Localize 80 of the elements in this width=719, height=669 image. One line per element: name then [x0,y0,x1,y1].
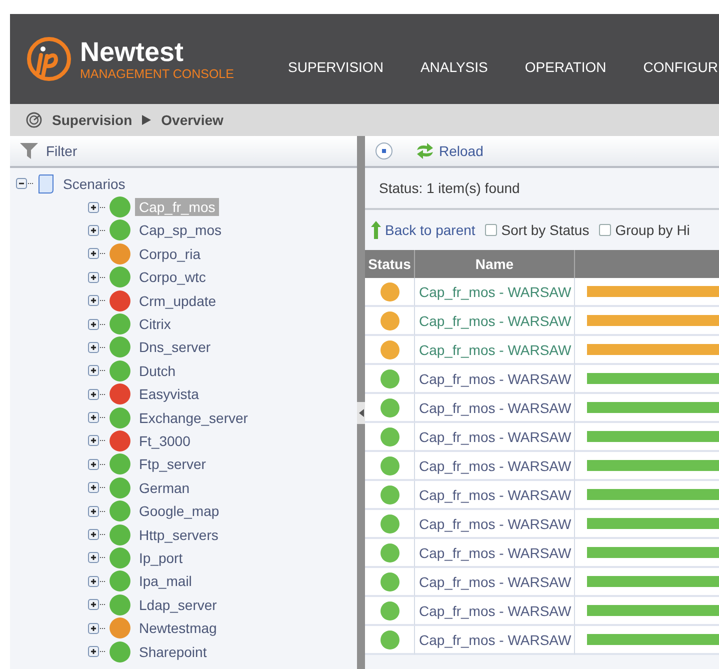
tree-item[interactable]: Easyvista [135,385,203,404]
expand-icon[interactable] [88,272,105,283]
name-cell[interactable]: Cap_fr_mos - WARSAW [415,626,575,655]
expand-icon[interactable] [88,412,105,424]
tree-item[interactable]: Dns_server [135,338,215,356]
expand-icon[interactable] [88,388,105,400]
tree-item[interactable]: Cap_sp_mos [135,221,226,240]
tree-item[interactable]: Corpo_wtc [135,268,210,286]
expand-icon[interactable] [88,365,105,376]
name-cell[interactable]: Cap_fr_mos - WARSAW [415,336,575,365]
radar-icon [26,112,42,128]
expand-icon[interactable] [88,342,105,353]
tree-item[interactable]: Google_map [135,502,224,520]
tree-item[interactable]: Ft_3000 [135,432,194,450]
expand-icon[interactable] [88,482,105,494]
document-icon [37,174,55,194]
expand-icon[interactable] [88,295,105,306]
expand-icon[interactable] [88,576,105,587]
collapse-handle[interactable] [357,402,365,424]
expand-icon[interactable] [88,318,105,330]
expand-icon[interactable] [88,435,105,446]
name-cell[interactable]: Cap_fr_mos - WARSAW [415,539,575,568]
expand-icon[interactable] [88,622,105,634]
expand-icon[interactable] [88,248,105,260]
expand-icon[interactable] [88,552,105,564]
tree-item[interactable]: Sharepoint [135,642,211,660]
filter-icon [20,143,38,159]
splitter[interactable] [357,136,365,669]
expand-icon[interactable] [88,202,105,213]
reload-button[interactable]: Reload [415,143,484,159]
expand-icon[interactable] [88,458,105,470]
name-cell[interactable]: Cap_fr_mos - WARSAW [415,510,575,539]
option-checkbox[interactable]: Group by Hi [599,222,690,238]
expand-icon[interactable] [88,224,105,236]
tree-item[interactable]: Ip_port [135,548,187,567]
name-cell[interactable]: Cap_fr_mos - WARSAW [415,394,575,423]
tree-item[interactable]: Scenarios [59,174,130,193]
name-cell[interactable]: Cap_fr_mos - WARSAW [415,597,575,626]
tree-item[interactable]: Http_servers [135,526,222,544]
nav-item[interactable]: ANALYSIS [420,59,488,75]
name-cell[interactable]: Cap_fr_mos - WARSAW [415,568,575,597]
tree-item[interactable]: Exchange_server [135,408,252,427]
radio-icon[interactable] [375,142,393,160]
logo-icon [26,36,72,82]
nav-item[interactable]: SUPERVISION [288,59,384,75]
tree-item[interactable]: Crm_update [135,292,220,310]
expand-icon[interactable] [88,646,105,657]
name-cell[interactable]: Cap_fr_mos - WARSAW [415,481,575,510]
tree-item[interactable]: Dutch [135,362,180,380]
name-cell[interactable]: Cap_fr_mos - WARSAW [415,365,575,394]
name-cell[interactable]: Cap_fr_mos - WARSAW [415,423,575,452]
column-header[interactable]: Status [365,250,415,278]
filter-label[interactable]: Filter [46,143,78,159]
column-header[interactable]: Name [415,250,575,278]
back-link[interactable]: Back to parent [371,221,476,239]
nav-item[interactable]: OPERATION [524,59,606,75]
expand-icon[interactable] [88,506,105,517]
tree-item[interactable]: Newtestmag [135,619,221,638]
name-cell[interactable]: Cap_fr_mos - WARSAW [415,278,575,307]
tree-item[interactable]: Ftp_server [135,455,210,474]
expand-icon[interactable] [88,529,105,540]
reload-icon [415,143,435,159]
name-cell[interactable]: Cap_fr_mos - WARSAW [415,307,575,336]
tree-item[interactable]: German [135,478,194,497]
name-cell[interactable]: Cap_fr_mos - WARSAW [415,452,575,481]
brand-subtitle: MANAGEMENT CONSOLE [80,67,234,81]
brand-name: Newtest [80,37,185,67]
option-checkbox[interactable]: Sort by Status [485,222,590,238]
status-text: Status: 1 item(s) found [379,180,520,196]
tree-item[interactable]: Corpo_ria [135,244,204,263]
collapse-icon[interactable] [16,178,33,190]
expand-icon[interactable] [88,599,105,610]
up-arrow-icon [371,221,381,239]
separator-icon [142,115,152,125]
breadcrumb-item[interactable]: Overview [161,112,224,128]
nav-item[interactable]: CONFIGUR [643,59,718,75]
breadcrumb-item[interactable]: Supervision [52,112,132,128]
tree-item[interactable]: Ldap_server [135,596,221,614]
tree-item[interactable]: Citrix [135,315,175,334]
tree-item[interactable]: Ipa_mail [135,572,196,590]
